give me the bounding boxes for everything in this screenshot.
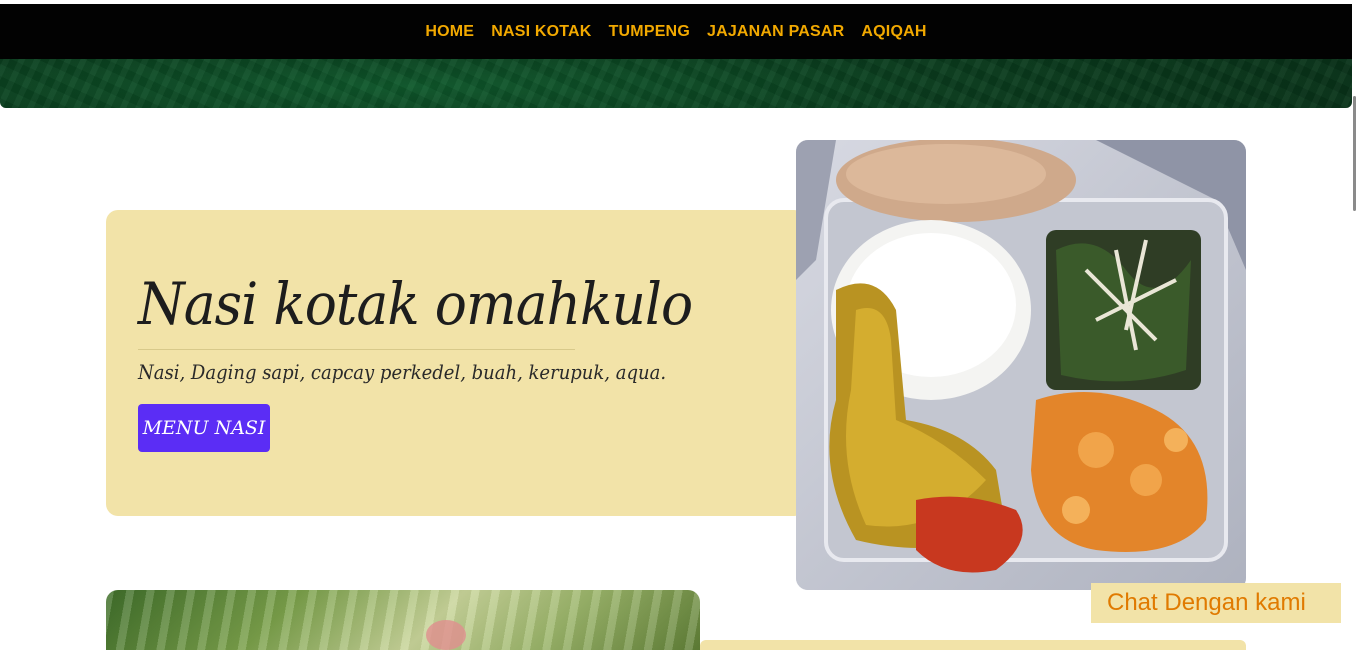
nav-item-jajanan-pasar[interactable]: JAJANAN PASAR xyxy=(707,23,844,41)
second-product-card xyxy=(700,640,1246,650)
chat-button[interactable]: Chat Dengan kami xyxy=(1091,583,1341,623)
product-description: Nasi, Daging sapi, capcay perkedel, buah… xyxy=(138,360,667,384)
second-product-photo xyxy=(106,590,700,650)
nav-item-tumpeng[interactable]: TUMPENG xyxy=(609,23,690,41)
nav-item-nasi-kotak[interactable]: NASI KOTAK xyxy=(491,23,591,41)
photo-gloss xyxy=(106,590,700,650)
menu-nasi-button[interactable]: MENU NASI xyxy=(138,404,270,452)
product-title: Nasi kotak omahkulo xyxy=(138,270,693,338)
product-card-nasi-kotak: Nasi kotak omahkulo Nasi, Daging sapi, c… xyxy=(106,210,806,516)
nasi-kotak-photo xyxy=(796,140,1246,590)
title-divider xyxy=(138,349,575,350)
main-navbar: HOME NASI KOTAK TUMPENG JAJANAN PASAR AQ… xyxy=(0,4,1352,59)
nav-item-aqiqah[interactable]: AQIQAH xyxy=(861,23,926,41)
photo-detail xyxy=(426,620,466,650)
nav-item-home[interactable]: HOME xyxy=(425,23,474,41)
food-box-illustration xyxy=(796,140,1246,590)
